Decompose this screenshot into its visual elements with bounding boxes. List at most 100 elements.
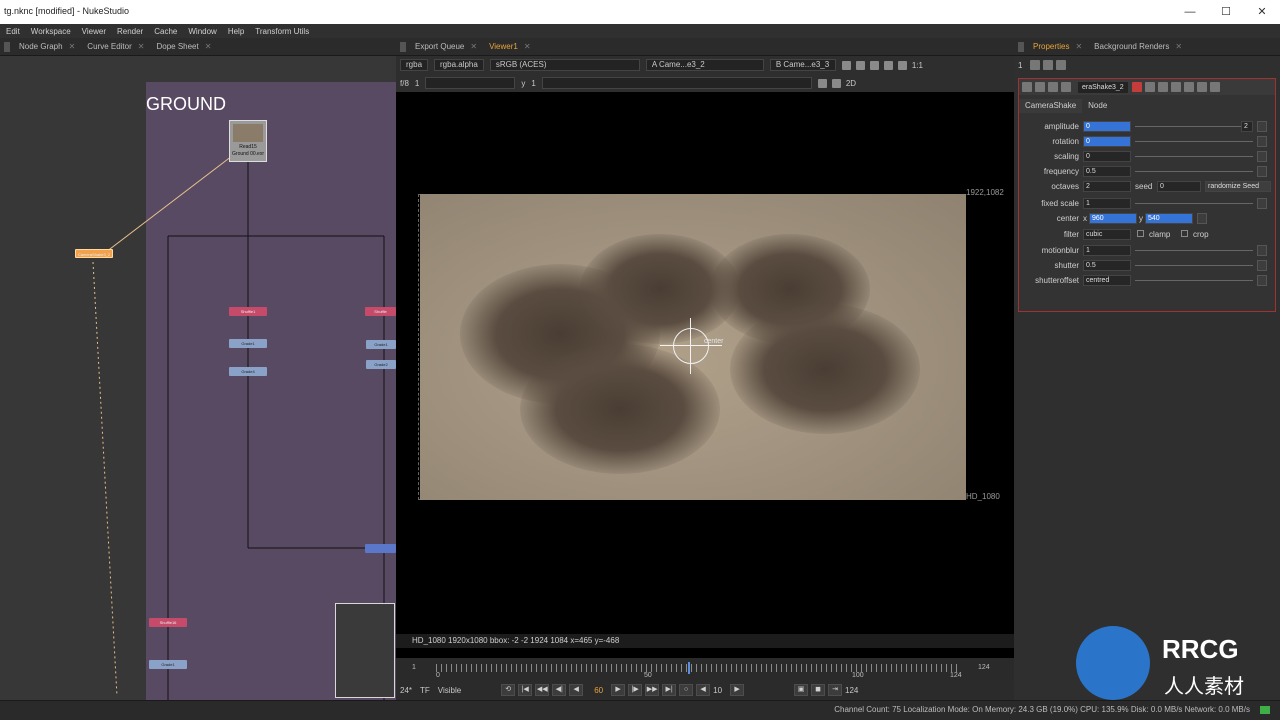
motionblur-slider[interactable] (1135, 250, 1253, 251)
tab-background-renders[interactable]: Background Renders ✕ (1088, 39, 1188, 55)
minimize-button[interactable]: — (1172, 0, 1208, 24)
shuffle-node[interactable]: Shuffle16 (149, 618, 187, 627)
collapse-icon[interactable] (1022, 82, 1032, 92)
resize-icon[interactable] (831, 78, 841, 88)
in-out-icon[interactable]: ○ (679, 684, 694, 696)
out-frame[interactable]: 124 (845, 686, 858, 695)
channels-dropdown[interactable]: rgba (400, 59, 429, 71)
read-node[interactable]: Read15 Ground 00.exr (229, 120, 267, 162)
grade-node[interactable]: Grade2 (366, 360, 396, 369)
float-icon[interactable] (1183, 82, 1194, 92)
redo-icon[interactable] (1157, 82, 1168, 92)
settings-icon[interactable] (883, 60, 893, 70)
center-x-field[interactable]: 960 (1089, 213, 1137, 224)
menu-workspace[interactable]: Workspace (31, 27, 71, 36)
animation-icon[interactable] (1257, 166, 1267, 177)
next-frame-icon[interactable]: |▶ (628, 684, 643, 696)
animation-icon[interactable] (1257, 136, 1267, 147)
menu-window[interactable]: Window (188, 27, 216, 36)
step-forward-icon[interactable]: ▶ (730, 684, 745, 696)
cache-icon[interactable]: ◼ (811, 684, 826, 696)
maximize-button[interactable]: ☐ (1208, 0, 1244, 24)
prev-frame-icon[interactable]: ◀| (552, 684, 567, 696)
tf-dropdown[interactable]: TF (420, 686, 430, 695)
grade-node[interactable]: Grade4 (229, 367, 267, 376)
shutteroffset-slider[interactable] (1135, 280, 1253, 281)
animation-icon[interactable] (1257, 198, 1267, 209)
alpha-dropdown[interactable]: rgba.alpha (434, 59, 484, 71)
visible-dropdown[interactable]: Visible (438, 686, 461, 695)
menu-edit[interactable]: Edit (6, 27, 20, 36)
step-value[interactable]: 10 (713, 686, 722, 695)
step-back-icon[interactable]: ◀ (696, 684, 711, 696)
shuffle-node[interactable]: Shuffle (365, 307, 396, 316)
loop-icon[interactable]: ⟲ (501, 684, 516, 696)
scaling-field[interactable]: 0 (1083, 151, 1131, 162)
fstop-value[interactable]: f/8 (400, 79, 409, 88)
prev-key-icon[interactable]: ◀◀ (535, 684, 550, 696)
input-b-dropdown[interactable]: B Came...e3_3 (769, 59, 836, 71)
close-tab-icon[interactable]: ✕ (470, 42, 477, 51)
current-frame[interactable]: 60 (594, 686, 603, 695)
grade-node[interactable]: Grade1 (366, 340, 396, 349)
view-mode[interactable]: 2D (846, 79, 856, 88)
tab-dope-sheet[interactable]: Dope Sheet ✕ (150, 39, 217, 55)
max-panels-value[interactable]: 1 (1018, 61, 1022, 70)
center-crosshair-icon[interactable] (673, 328, 709, 364)
input-a-dropdown[interactable]: A Came...e3_2 (645, 59, 764, 71)
close-tab-icon[interactable]: ✕ (205, 42, 212, 51)
shutteroffset-dropdown[interactable]: centred (1083, 275, 1131, 286)
timeline[interactable]: 1 0 50 100 124 124 (396, 658, 1014, 680)
crop-icon[interactable] (817, 78, 827, 88)
shutter-field[interactable]: 0.5 (1083, 260, 1131, 271)
close-icon[interactable] (1209, 82, 1220, 92)
fps-dropdown[interactable]: 24* (400, 686, 412, 695)
tab-export-queue[interactable]: Export Queue ✕ (409, 39, 483, 55)
menu-cache[interactable]: Cache (154, 27, 177, 36)
octaves-field[interactable]: 2 (1083, 181, 1131, 192)
last-frame-icon[interactable]: ▶| (662, 684, 677, 696)
menu-render[interactable]: Render (117, 27, 143, 36)
animation-icon[interactable] (1257, 121, 1267, 132)
pause-icon[interactable] (897, 60, 907, 70)
animation-icon[interactable] (1257, 260, 1267, 271)
amplitude-extra[interactable]: 2 (1241, 121, 1253, 132)
shuffle-node[interactable]: Shuffle1 (229, 307, 267, 316)
timeline-playhead[interactable] (688, 662, 690, 674)
viewer-icon[interactable] (1035, 82, 1045, 92)
panel-grip-icon[interactable] (400, 41, 406, 52)
close-button[interactable]: ✕ (1244, 0, 1280, 24)
animation-icon[interactable] (1257, 245, 1267, 256)
animation-icon[interactable] (1197, 213, 1207, 224)
pen-icon[interactable] (1056, 60, 1067, 70)
overlay-icon[interactable] (855, 60, 865, 70)
next-key-icon[interactable]: ▶▶ (645, 684, 660, 696)
play-icon[interactable]: ▶ (611, 684, 626, 696)
gain-slider[interactable] (425, 77, 516, 89)
frequency-field[interactable]: 0.5 (1083, 166, 1131, 177)
undo-icon[interactable] (1144, 82, 1155, 92)
motionblur-field[interactable]: 1 (1083, 245, 1131, 256)
gamma-slider[interactable] (541, 77, 812, 89)
node-color-icon[interactable] (1048, 82, 1058, 92)
zoom-level[interactable]: 1:1 (912, 61, 923, 70)
panel-grip-icon[interactable] (4, 41, 10, 52)
merge-node[interactable] (365, 544, 396, 553)
panel-grip-icon[interactable] (1018, 41, 1024, 52)
menu-viewer[interactable]: Viewer (82, 27, 106, 36)
timeline-ticks[interactable] (436, 664, 960, 672)
filter-dropdown[interactable]: cubic (1083, 229, 1131, 240)
scaling-slider[interactable] (1135, 156, 1253, 157)
close-tab-icon[interactable]: ✕ (1075, 42, 1082, 51)
roi-icon[interactable] (841, 60, 851, 70)
amplitude-field[interactable]: 0 (1083, 121, 1131, 132)
close-tab-icon[interactable]: ✕ (1175, 42, 1182, 51)
gear-icon[interactable] (1061, 82, 1071, 92)
frame-field[interactable]: 1 (415, 79, 419, 88)
rotation-field[interactable]: 0 (1083, 136, 1131, 147)
first-frame-icon[interactable]: |◀ (518, 684, 533, 696)
tab-node-graph[interactable]: Node Graph ✕ (13, 39, 81, 55)
frequency-slider[interactable] (1135, 171, 1253, 172)
flipbook-icon[interactable]: ▣ (794, 684, 809, 696)
tab-curve-editor[interactable]: Curve Editor ✕ (81, 39, 150, 55)
